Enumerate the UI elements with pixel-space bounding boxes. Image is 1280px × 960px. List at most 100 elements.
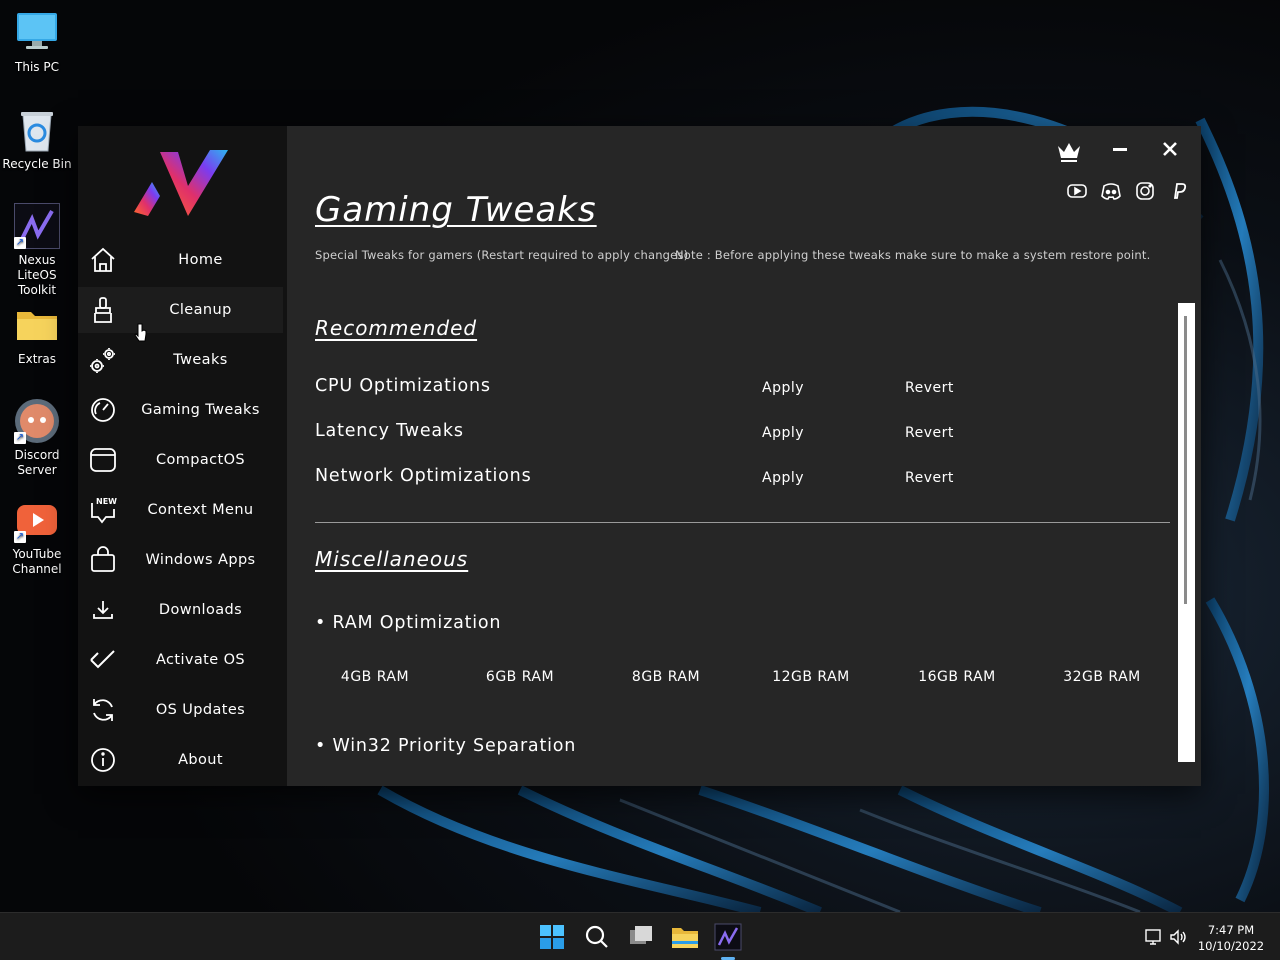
file-explorer-icon[interactable] — [667, 919, 703, 955]
sidebar-item-label: OS Updates — [155, 702, 246, 718]
clock-date: 10/10/2022 — [1197, 939, 1265, 953]
section-recommended: Recommended — [315, 316, 478, 340]
sidebar-item-about[interactable]: About — [78, 737, 283, 783]
task-view-icon[interactable] — [623, 919, 659, 955]
ram-4gb-button[interactable]: 4GB RAM — [315, 669, 435, 685]
tweak-row-network: Network Optimizations Apply Revert — [315, 466, 1015, 496]
tweak-name: Latency Tweaks — [315, 421, 464, 441]
instagram-icon[interactable] — [1134, 180, 1156, 202]
broom-icon — [94, 297, 112, 323]
sidebar-item-cleanup[interactable]: Cleanup — [78, 287, 283, 333]
sidebar-item-os-updates[interactable]: OS Updates — [78, 687, 283, 733]
minimize-icon[interactable] — [1105, 134, 1135, 164]
tweak-row-latency: Latency Tweaks Apply Revert — [315, 421, 1015, 451]
nexus-toolkit-icon[interactable] — [710, 919, 746, 955]
tweak-name: Network Optimizations — [315, 466, 532, 486]
page-subtitle: Special Tweaks for gamers (Restart requi… — [315, 248, 689, 262]
close-icon[interactable] — [1155, 134, 1185, 164]
apply-button[interactable]: Apply — [762, 380, 804, 396]
folder-icon — [17, 312, 57, 340]
sidebar-item-context-menu[interactable]: NEW! Context Menu — [78, 487, 283, 533]
volume-icon[interactable] — [1168, 927, 1188, 947]
new-badge: NEW! — [96, 497, 118, 506]
sidebar-item-label: Cleanup — [169, 302, 232, 318]
apply-button[interactable]: Apply — [762, 425, 804, 441]
sidebar-item-home[interactable]: Home — [78, 237, 283, 283]
ram-12gb-button[interactable]: 12GB RAM — [751, 669, 871, 685]
network-icon[interactable] — [1144, 927, 1164, 947]
ram-optimization-title: • RAM Optimization — [315, 613, 502, 633]
sidebar-item-label: Gaming Tweaks — [141, 402, 260, 418]
info-icon — [91, 748, 115, 772]
system-clock[interactable]: 7:47 PM 10/10/2022 — [1196, 922, 1266, 954]
recycle-bin-icon — [21, 112, 53, 152]
desktop-icon-recycle-bin[interactable]: Recycle Bin — [0, 107, 74, 172]
desktop-icon-label: Extras — [18, 352, 56, 366]
page-title: Gaming Tweaks — [315, 190, 597, 230]
gears-icon — [90, 348, 115, 373]
revert-button[interactable]: Revert — [905, 425, 954, 441]
search-icon[interactable] — [579, 919, 615, 955]
scrollbar-thumb[interactable] — [1184, 316, 1187, 604]
discord-icon[interactable] — [1100, 180, 1122, 202]
sidebar-item-gaming-tweaks[interactable]: Gaming Tweaks — [78, 387, 283, 433]
desktop-icon-this-pc[interactable]: This PC — [0, 10, 74, 75]
section-miscellaneous: Miscellaneous — [315, 547, 469, 571]
crown-icon[interactable] — [1054, 136, 1084, 166]
sidebar-item-tweaks[interactable]: Tweaks — [78, 337, 283, 383]
apply-button[interactable]: Apply — [762, 470, 804, 486]
sidebar-item-compactos[interactable]: CompactOS — [78, 437, 283, 483]
shortcut-arrow-icon: ↗ — [14, 432, 26, 444]
nexus-logo-icon — [134, 150, 228, 216]
desktop-icon-label: Nexus LiteOS Toolkit — [17, 253, 57, 297]
sidebar-item-label: Tweaks — [173, 352, 228, 368]
shortcut-arrow-icon: ↗ — [14, 237, 26, 249]
desktop-icon-label: This PC — [15, 60, 59, 74]
taskbar: 7:47 PM 10/10/2022 — [0, 912, 1280, 960]
sidebar-item-label: Context Menu — [147, 502, 254, 518]
ram-8gb-button[interactable]: 8GB RAM — [606, 669, 726, 685]
home-icon — [91, 247, 115, 272]
sidebar-item-label: About — [178, 752, 223, 768]
main-panel: Gaming Tweaks Special Tweaks for gamers … — [287, 126, 1201, 786]
desktop-icon-label: Discord Server — [14, 448, 60, 477]
youtube-icon[interactable] — [1066, 180, 1088, 202]
download-icon — [93, 601, 113, 619]
sidebar-item-label: Home — [178, 252, 223, 268]
new-chat-icon: NEW! — [91, 497, 118, 524]
shopping-bag-icon — [91, 546, 115, 572]
sidebar-item-windows-apps[interactable]: Windows Apps — [78, 537, 283, 583]
desktop-icon-nexus-toolkit[interactable]: ↗ Nexus LiteOS Toolkit — [0, 203, 74, 298]
sidebar-item-label: CompactOS — [155, 452, 246, 468]
sidebar-item-label: Downloads — [158, 602, 243, 618]
checkmark-icon — [90, 650, 115, 669]
rounded-square-icon — [90, 448, 116, 472]
ram-32gb-button[interactable]: 32GB RAM — [1042, 669, 1162, 685]
tweak-name: CPU Optimizations — [315, 376, 491, 396]
desktop-icon-label: Recycle Bin — [2, 157, 72, 171]
ram-6gb-button[interactable]: 6GB RAM — [460, 669, 580, 685]
section-divider — [315, 522, 1170, 523]
desktop-icon-discord[interactable]: ↗ Discord Server — [0, 398, 74, 478]
revert-button[interactable]: Revert — [905, 380, 954, 396]
restore-point-note: Note : Before applying these tweaks make… — [675, 248, 1151, 262]
sidebar-item-downloads[interactable]: Downloads — [78, 587, 283, 633]
revert-button[interactable]: Revert — [905, 470, 954, 486]
paypal-icon[interactable] — [1168, 180, 1190, 202]
ram-16gb-button[interactable]: 16GB RAM — [897, 669, 1017, 685]
speedometer-icon — [91, 398, 115, 422]
sidebar-item-activate-os[interactable]: Activate OS — [78, 637, 283, 683]
desktop-icon-youtube[interactable]: ↗ YouTube Channel — [0, 497, 74, 577]
refresh-icon — [93, 699, 113, 721]
windows-start-icon[interactable] — [534, 919, 570, 955]
mouse-cursor-icon — [134, 323, 147, 342]
tweak-row-cpu: CPU Optimizations Apply Revert — [315, 376, 1015, 406]
sidebar: Home Cleanup Tweaks Gaming Tweaks Compac… — [78, 126, 287, 786]
win32-priority-title: • Win32 Priority Separation — [315, 736, 577, 756]
desktop-icon-extras[interactable]: Extras — [0, 302, 74, 367]
sidebar-item-label: Windows Apps — [145, 552, 256, 568]
nexus-toolkit-window: Home Cleanup Tweaks Gaming Tweaks Compac… — [78, 126, 1201, 786]
desktop-icon-label: YouTube Channel — [12, 547, 62, 576]
monitor-icon — [17, 13, 57, 49]
sidebar-item-label: Activate OS — [155, 652, 246, 668]
